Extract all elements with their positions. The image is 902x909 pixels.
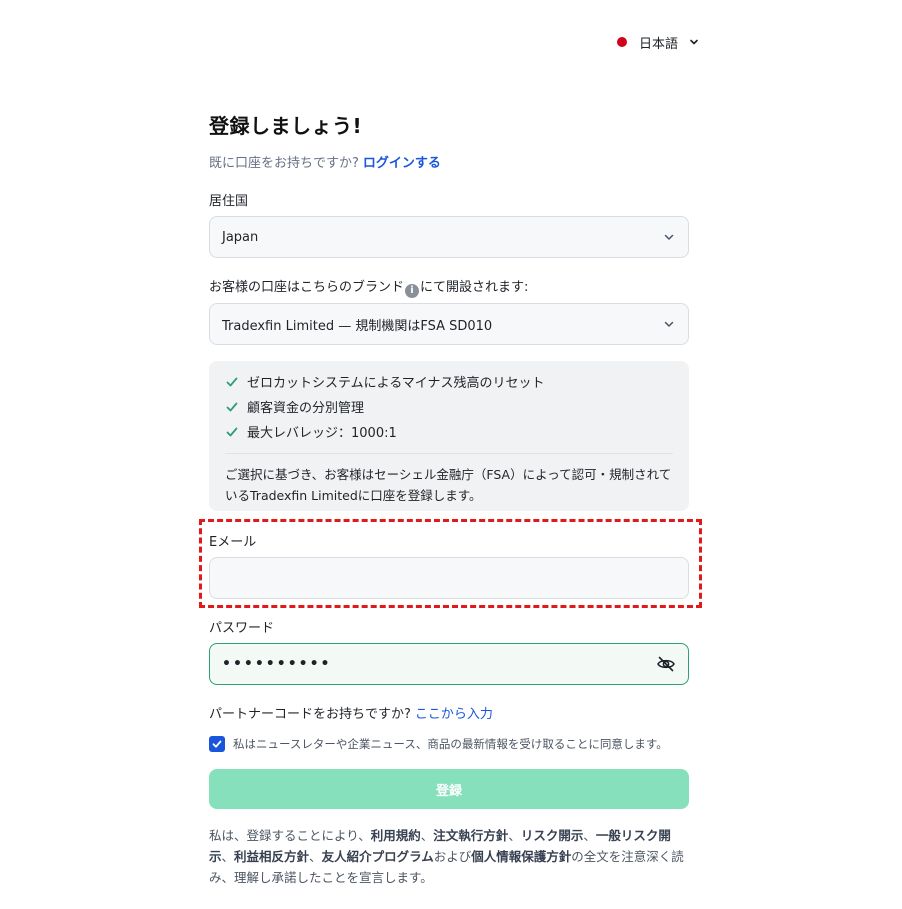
login-prompt: 既に口座をお持ちですか? ログインする (209, 152, 441, 171)
email-label: Eメール (209, 535, 257, 550)
feature-item: ゼロカットシステムによるマイナス残高のリセット (225, 369, 673, 394)
terms-separator: 、 (221, 849, 235, 864)
terms-of-use-link[interactable]: 利用規約 (371, 828, 421, 843)
info-icon[interactable]: i (405, 284, 420, 298)
language-selector[interactable]: 日本語 (617, 32, 700, 52)
chevron-down-icon (664, 234, 674, 240)
privacy-policy-link[interactable]: 個人情報保護方針 (471, 849, 571, 864)
login-link[interactable]: ログインする (363, 156, 441, 171)
regulation-note: ご選択に基づき、お客様はセーシェル金融庁（FSA）によって認可・規制されているT… (225, 467, 672, 503)
country-select[interactable]: Japan (209, 216, 689, 258)
register-button[interactable]: 登録 (209, 769, 689, 809)
risk-disclosure-link[interactable]: リスク開示 (521, 828, 584, 843)
feature-text: 最大レバレッジ：1000:1 (247, 426, 397, 441)
chevron-down-icon (664, 321, 674, 327)
country-value: Japan (222, 229, 259, 245)
partner-code-prompt: パートナーコードをお持ちですか? ここから入力 (209, 703, 493, 722)
have-account-text: 既に口座をお持ちですか? (209, 156, 359, 171)
chevron-down-icon (690, 39, 698, 45)
terms-separator: 、 (583, 828, 596, 843)
check-icon (226, 377, 238, 386)
feature-text: ゼロカットシステムによるマイナス残高のリセット (247, 376, 545, 391)
password-field[interactable]: •••••••••• (209, 643, 689, 685)
check-icon (226, 427, 238, 436)
email-field[interactable] (209, 557, 689, 599)
partner-code-link[interactable]: ここから入力 (415, 707, 493, 722)
terms-declaration: 私は、登録することにより、利用規約、注文執行方針、リスク開示、一般リスク開示、利… (209, 825, 689, 888)
brand-value: Tradexfin Limited — 規制機関はFSA SD010 (222, 318, 493, 334)
terms-separator: および (433, 849, 472, 864)
language-label: 日本語 (639, 36, 679, 52)
password-value: •••••••••• (222, 656, 332, 672)
order-execution-policy-link[interactable]: 注文執行方針 (433, 828, 508, 843)
terms-separator: 、 (420, 828, 434, 843)
brand-label: お客様の口座はこちらのブランド i にて開設されます: (209, 276, 528, 298)
brand-label-after: にて開設されます: (420, 280, 529, 295)
brand-select[interactable]: Tradexfin Limited — 規制機関はFSA SD010 (209, 303, 689, 345)
partner-question: パートナーコードをお持ちですか? (209, 707, 411, 722)
check-icon (226, 402, 238, 411)
referral-program-link[interactable]: 友人紹介プログラム (322, 849, 434, 864)
page-title: 登録しましょう! (209, 114, 363, 138)
feature-item: 顧客資金の分別管理 (225, 394, 673, 419)
checkmark-icon (212, 740, 222, 748)
eye-off-icon[interactable] (656, 654, 676, 674)
password-label: パスワード (209, 621, 275, 636)
feature-item: 最大レバレッジ：1000:1 (225, 419, 673, 444)
feature-text: 顧客資金の分別管理 (247, 401, 365, 416)
terms-separator: 、 (508, 828, 521, 843)
newsletter-text: 私はニュースレターや企業ニュース、商品の最新情報を受け取ることに同意します。 (233, 737, 668, 751)
newsletter-consent: 私はニュースレターや企業ニュース、商品の最新情報を受け取ることに同意します。 (209, 736, 668, 752)
newsletter-checkbox[interactable] (209, 736, 225, 752)
conflict-of-interest-policy-link[interactable]: 利益相反方針 (234, 849, 309, 864)
terms-text: 私は、登録することにより、 (209, 828, 371, 843)
terms-separator: 、 (309, 849, 322, 864)
brand-label-before: お客様の口座はこちらのブランド (209, 280, 405, 295)
brand-features-panel: ゼロカットシステムによるマイナス残高のリセット 顧客資金の分別管理 最大レバレッ… (209, 361, 689, 511)
country-label: 居住国 (209, 194, 249, 209)
divider (225, 453, 673, 454)
japan-flag-icon (617, 37, 627, 47)
